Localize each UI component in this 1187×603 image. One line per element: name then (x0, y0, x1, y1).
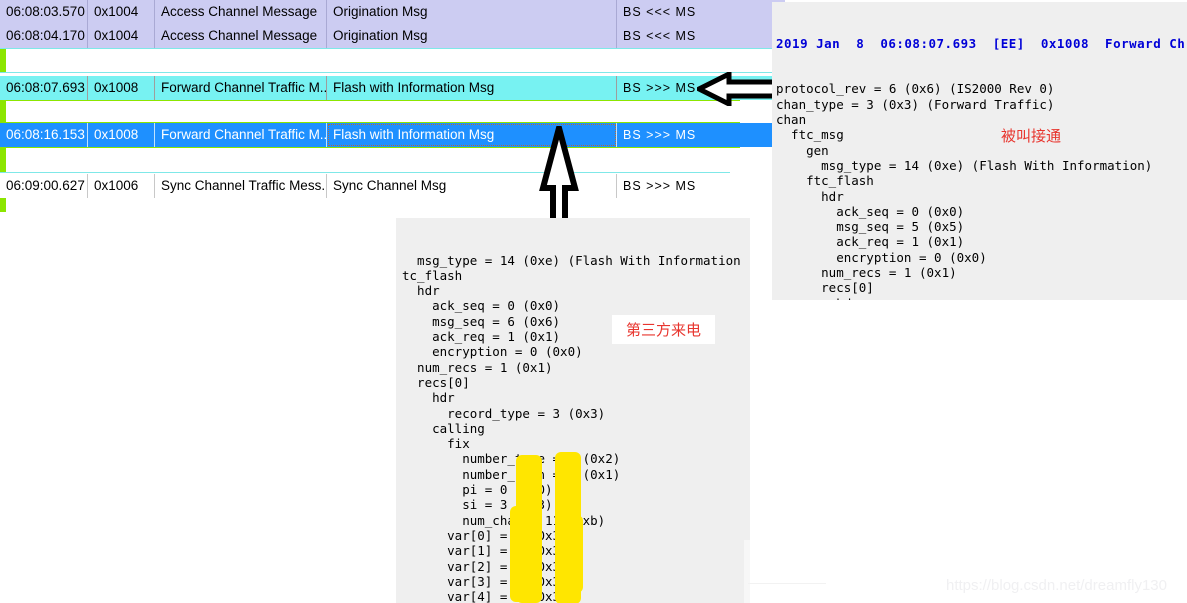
cell-message: Flash with Information Msg (327, 76, 617, 100)
gutter-marker (0, 148, 6, 172)
gutter-marker (0, 49, 6, 72)
cell-direction: BS >>> MS (623, 179, 697, 193)
cell-channel: Sync Channel Traffic Mess... (155, 174, 327, 198)
cell-code: 0x1008 (88, 123, 155, 147)
cell-timestamp: 06:08:07.693 (0, 76, 88, 100)
table-row-selected[interactable]: 06:08:16.153 0x1008 Forward Channel Traf… (0, 123, 785, 147)
cell-channel: Access Channel Message (155, 0, 327, 24)
redaction-stroke (561, 515, 583, 593)
cell-message: Origination Msg (327, 0, 617, 24)
table-row[interactable]: 06:08:03.570 0x1004 Access Channel Messa… (0, 0, 785, 24)
panel-edge-bar (744, 540, 750, 603)
cell-channel: Forward Channel Traffic M... (155, 76, 327, 100)
cell-timestamp: 06:09:00.627 (0, 174, 88, 198)
message-list[interactable]: 06:08:03.570 0x1004 Access Channel Messa… (0, 0, 785, 222)
annotation-callee-connected: 被叫接通 (1001, 127, 1062, 145)
gutter-marker (0, 100, 6, 122)
cell-channel: Access Channel Message (155, 24, 327, 48)
row-separator (0, 172, 730, 173)
watermark-rule (748, 583, 826, 584)
redaction-stroke (510, 506, 536, 602)
cell-direction: BS <<< MS (623, 5, 697, 19)
annotation-third-party-call: 第三方来电 (612, 315, 716, 344)
cell-code: 0x1006 (88, 174, 155, 198)
cell-channel: Forward Channel Traffic M... (155, 123, 327, 147)
row-separator (0, 100, 740, 101)
message-detail-panel-right[interactable]: 2019 Jan 8 06:08:07.693 [EE] 0x1008 Forw… (772, 2, 1187, 300)
table-row[interactable]: 06:08:07.693 0x1008 Forward Channel Traf… (0, 76, 785, 100)
cell-direction: BS <<< MS (623, 29, 697, 43)
watermark: https://blog.csdn.net/dreamfly130 (946, 577, 1167, 594)
detail-header-line: 2019 Jan 8 06:08:07.693 [EE] 0x1008 Forw… (776, 35, 1186, 51)
cell-timestamp: 06:08:04.170 (0, 24, 88, 48)
cell-code: 0x1008 (88, 76, 155, 100)
cell-direction: BS >>> MS (623, 128, 697, 142)
screenshot-root: 06:08:03.570 0x1004 Access Channel Messa… (0, 0, 1187, 603)
table-row[interactable]: 06:09:00.627 0x1006 Sync Channel Traffic… (0, 174, 785, 198)
gutter-marker (0, 198, 6, 212)
cell-code: 0x1004 (88, 24, 155, 48)
row-separator (0, 147, 740, 148)
cell-message: Origination Msg (327, 24, 617, 48)
cell-timestamp: 06:08:03.570 (0, 0, 88, 24)
code-body: protocol_rev = 6 (0x6) (IS2000 Rev 0) ch… (776, 81, 1153, 300)
cell-timestamp: 06:08:16.153 (0, 123, 88, 147)
table-row[interactable]: 06:08:04.170 0x1004 Access Channel Messa… (0, 24, 785, 48)
row-separator (0, 72, 785, 73)
row-separator (0, 48, 785, 49)
cell-code: 0x1004 (88, 0, 155, 24)
